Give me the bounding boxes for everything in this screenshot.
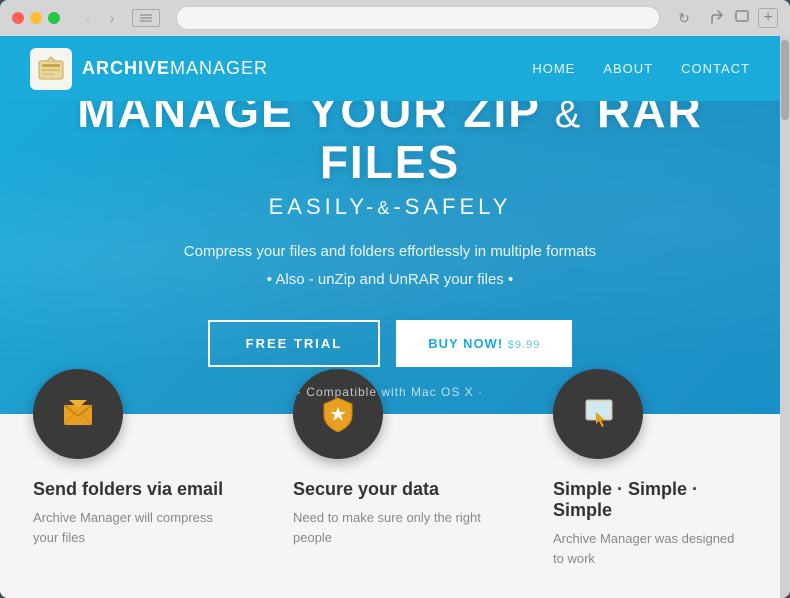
compatibility-text: · Compatible with Mac OS X · <box>40 385 740 399</box>
hero-section: MANAGE YOUR ZIP & RAR FILES EASILY-&-SAF… <box>0 101 780 414</box>
feature-simple-title: Simple · Simple · Simple <box>553 479 747 521</box>
new-tab-button[interactable]: + <box>758 8 778 28</box>
tabs-icon[interactable] <box>734 9 750 28</box>
browser-buttons <box>12 12 60 24</box>
free-trial-button[interactable]: FREE TRIAL <box>208 320 381 367</box>
feature-simple-desc: Archive Manager was designed to work <box>553 529 747 568</box>
browser-actions <box>708 9 750 28</box>
feature-secure-desc: Need to make sure only the right people <box>293 508 487 547</box>
maximize-button[interactable] <box>48 12 60 24</box>
reload-icon[interactable]: ↻ <box>676 10 692 26</box>
logo-text: ARCHIVEMANAGER <box>82 58 268 79</box>
browser-frame: ‹ › ↻ + <box>0 0 790 598</box>
feature-email: Send folders via email Archive Manager w… <box>13 414 247 557</box>
share-icon[interactable] <box>708 9 724 28</box>
site-header: ARCHIVEMANAGER HOME ABOUT CONTACT <box>0 36 780 101</box>
buy-now-button[interactable]: BUY NOW! $9.99 <box>396 320 572 367</box>
browser-content-wrapper: ARCHIVEMANAGER HOME ABOUT CONTACT MANAGE… <box>0 36 790 598</box>
feature-email-title: Send folders via email <box>33 479 223 500</box>
hero-description: Compress your files and folders effortle… <box>40 240 740 292</box>
hero-subtitle: EASILY-&-SAFELY <box>40 194 740 220</box>
nav-about[interactable]: ABOUT <box>603 61 653 76</box>
feature-email-desc: Archive Manager will compress your files <box>33 508 227 547</box>
scrollbar-thumb[interactable] <box>781 40 789 120</box>
hero-buttons: FREE TRIAL BUY NOW! $9.99 <box>40 320 740 367</box>
scrollbar[interactable] <box>780 36 790 598</box>
address-bar[interactable] <box>176 6 660 30</box>
back-button[interactable]: ‹ <box>80 10 96 26</box>
nav-home[interactable]: HOME <box>532 61 575 76</box>
website: ARCHIVEMANAGER HOME ABOUT CONTACT MANAGE… <box>0 36 780 598</box>
browser-nav: ‹ › <box>80 9 160 27</box>
hero-content: MANAGE YOUR ZIP & RAR FILES EASILY-&-SAF… <box>40 101 740 399</box>
feature-secure: Secure your data Need to make sure only … <box>273 414 507 557</box>
hero-title: MANAGE YOUR ZIP & RAR FILES <box>40 101 740 188</box>
feature-simple: Simple · Simple · Simple Archive Manager… <box>533 414 767 578</box>
logo-area: ARCHIVEMANAGER <box>30 48 268 90</box>
site-nav: HOME ABOUT CONTACT <box>532 61 750 76</box>
minimize-button[interactable] <box>30 12 42 24</box>
browser-titlebar: ‹ › ↻ + <box>0 0 790 36</box>
tab-overview-icon[interactable] <box>132 9 160 27</box>
features-section: Send folders via email Archive Manager w… <box>0 414 780 598</box>
close-button[interactable] <box>12 12 24 24</box>
feature-secure-title: Secure your data <box>293 479 439 500</box>
forward-button[interactable]: › <box>104 10 120 26</box>
nav-contact[interactable]: CONTACT <box>681 61 750 76</box>
logo-icon <box>30 48 72 90</box>
